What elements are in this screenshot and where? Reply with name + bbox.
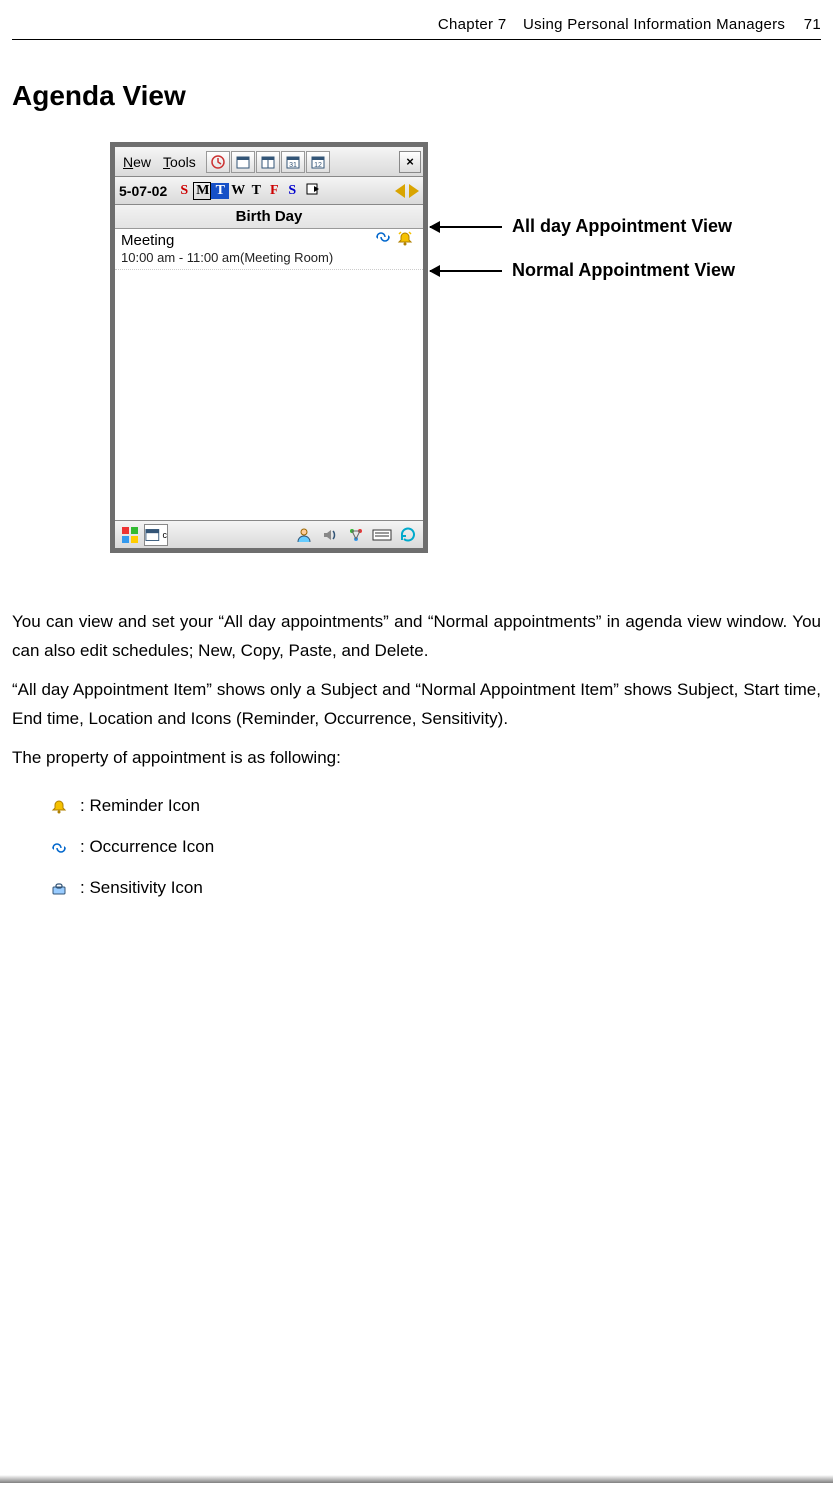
toolbar-cal-12-icon[interactable]: 12 [306,151,330,173]
legend-sensitivity-text: : Sensitivity Icon [80,874,203,903]
weekday-mon[interactable]: M [193,182,211,200]
calendar-app-icon[interactable]: c [144,524,168,546]
occurrence-icon [375,231,391,250]
date-bar: 5-07-02 S M T W T F S [115,177,423,205]
keyboard-icon[interactable] [370,524,394,546]
sound-icon[interactable] [318,524,342,546]
menu-tools[interactable]: Tools [157,152,202,172]
paragraph-2: “All day Appointment Item” shows only a … [12,676,821,734]
description-text: You can view and set your “All day appoi… [12,608,821,903]
page-number: 71 [804,16,821,33]
icon-legend: : Reminder Icon : Occurrence Icon : Sens… [48,792,821,903]
callout-normal-label: Normal Appointment View [512,260,735,281]
normal-appointment[interactable]: Meeting 10:00 am - 11:00 am(Meeting Room… [115,229,423,270]
menu-new[interactable]: New [117,152,157,172]
reminder-icon [48,799,70,815]
device-frame: New Tools 31 12 [110,142,428,553]
prev-arrow-icon[interactable] [395,184,405,198]
paragraph-1: You can view and set your “All day appoi… [12,608,821,666]
screenshot-figure: New Tools 31 12 [110,142,810,553]
weekday-tue-selected[interactable]: T [211,183,229,199]
weekday-sun[interactable]: S [175,183,193,199]
arrow-icon [430,270,502,272]
callout-allday-label: All day Appointment View [512,216,732,237]
legend-reminder-text: : Reminder Icon [80,792,200,821]
toolbar-clock-icon[interactable] [206,151,230,173]
toolbar-cal-day-icon[interactable] [231,151,255,173]
sensitivity-icon [48,883,70,895]
weekday-wed[interactable]: W [229,183,247,199]
callout-allday: All day Appointment View [430,216,732,237]
current-date: 5-07-02 [119,183,167,199]
close-button[interactable]: × [399,151,421,173]
section-heading: Agenda View [12,80,833,112]
paragraph-3: The property of appointment is as follow… [12,744,821,773]
menu-bar: New Tools 31 12 [115,147,423,177]
refresh-icon[interactable] [396,524,420,546]
reminder-icon [397,231,413,250]
chapter-title: Using Personal Information Managers [523,16,785,33]
appointment-time: 10:00 am - 11:00 am(Meeting Room) [121,250,417,265]
occurrence-icon [48,842,70,854]
svg-text:12: 12 [314,162,322,169]
start-icon[interactable] [118,524,142,546]
legend-reminder: : Reminder Icon [48,792,821,821]
toolbar-cal-week-icon[interactable] [256,151,280,173]
legend-sensitivity: : Sensitivity Icon [48,874,821,903]
bottom-toolbar: c [115,520,423,548]
allday-appointment[interactable]: Birth Day [115,205,423,229]
person-icon[interactable] [292,524,316,546]
arrow-icon [430,226,502,228]
next-arrow-icon[interactable] [409,184,419,198]
legend-occurrence-text: : Occurrence Icon [80,833,214,862]
footer-gradient [0,1475,833,1483]
agenda-empty-area [115,270,423,520]
legend-occurrence: : Occurrence Icon [48,833,821,862]
weekday-sat[interactable]: S [283,183,301,199]
toolbar-cal-31-icon[interactable]: 31 [281,151,305,173]
goto-button[interactable] [305,181,321,200]
chapter-label: Chapter 7 [438,16,507,33]
svg-text:31: 31 [289,162,297,169]
weekday-thu[interactable]: T [247,183,265,199]
page-header: Chapter 7 Using Personal Information Man… [12,10,821,40]
weekday-fri[interactable]: F [265,183,283,199]
appointment-title: Meeting [121,232,375,249]
callout-normal: Normal Appointment View [430,260,735,281]
network-icon[interactable] [344,524,368,546]
